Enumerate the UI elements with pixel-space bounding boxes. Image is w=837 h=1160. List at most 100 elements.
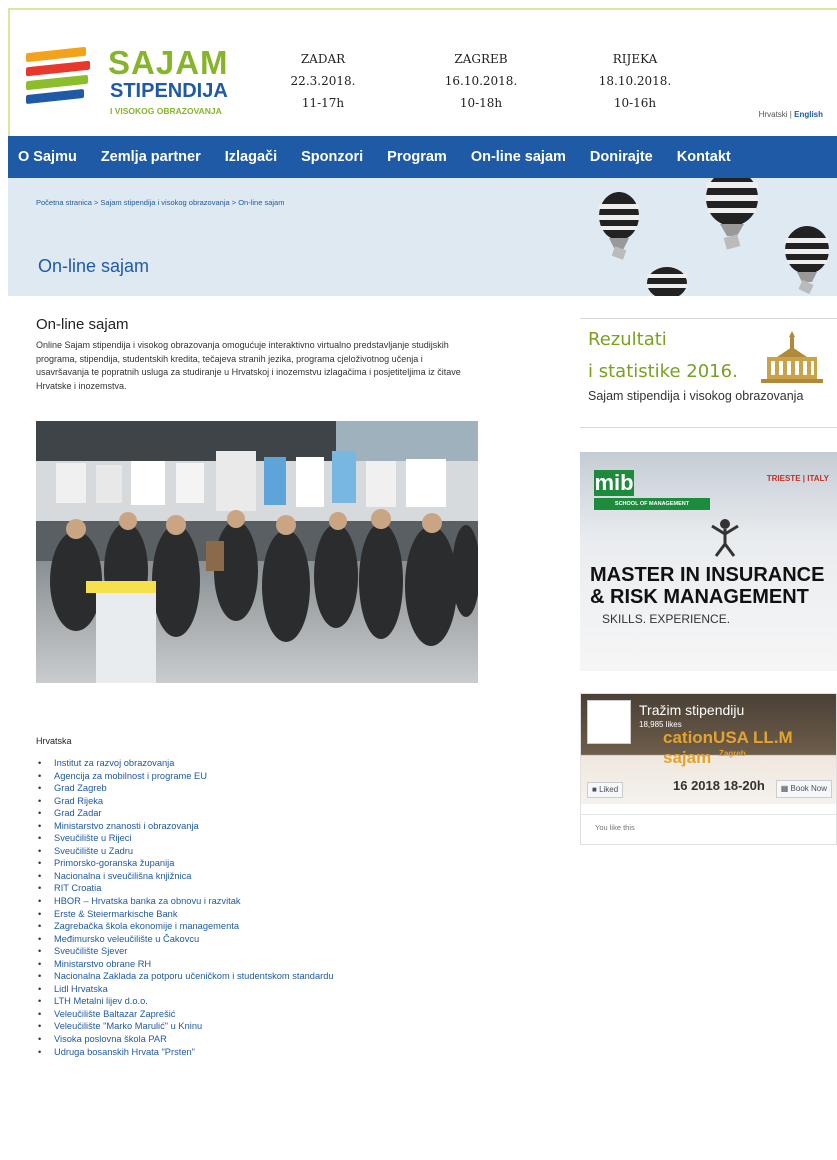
balloon-2: [706, 178, 758, 250]
lang-separator: |: [789, 110, 792, 119]
event-date: 22.3.2018.: [290, 74, 356, 88]
exhibitor-link[interactable]: Institut za razvoj obrazovanja: [36, 757, 334, 770]
nav-izlagaci[interactable]: Izlagači: [213, 149, 289, 165]
exhibitor-link[interactable]: Erste & Steiermarkische Bank: [36, 908, 334, 921]
lang-english-link[interactable]: English: [794, 110, 823, 119]
nav-sponzori[interactable]: Sponzori: [289, 149, 375, 165]
fb-cover[interactable]: Tražim stipendiju 18,985 likes cationUSA…: [581, 694, 836, 804]
exhibitor-link[interactable]: Grad Zagreb: [36, 782, 334, 795]
fb-liked-label: Liked: [599, 785, 619, 794]
event-time: 11-17h: [301, 96, 345, 110]
logo-stripe-blue: [26, 88, 84, 105]
site-header: SAJAM STIPENDIJA I VISOKOG OBRAZOVANJA Z…: [8, 8, 837, 136]
exhibitor-link[interactable]: LTH Metalni lijev d.o.o.: [36, 995, 334, 1008]
fb-page-avatar[interactable]: [587, 700, 631, 744]
fb-book-label: Book Now: [790, 784, 827, 793]
exhibitor-link[interactable]: Sveučilište Sjever: [36, 945, 334, 958]
exhibitor-link[interactable]: Agencija za mobilnost i programe EU: [36, 770, 334, 783]
exhibitor-link[interactable]: Međimursko veleučilište u Čakovcu: [36, 933, 334, 946]
exhibitor-link[interactable]: RIT Croatia: [36, 882, 334, 895]
nav-zemlja-partner[interactable]: Zemlja partner: [89, 149, 213, 165]
fb-cover-title: cationUSA LL.M sajam: [663, 728, 793, 767]
fair-photo: [36, 421, 478, 683]
mib-logo-text: mib: [594, 470, 634, 496]
results-widget[interactable]: Rezultati i statistike 2016. Sajam stipe…: [580, 318, 837, 428]
fb-cover-city: Zagreb: [719, 749, 746, 758]
exhibitor-link[interactable]: Grad Zadar: [36, 807, 334, 820]
mib-logo: mib SCHOOL OF MANAGEMENT: [594, 470, 710, 514]
results-subtitle: Sajam stipendija i visokog obrazovanja: [588, 389, 804, 403]
balloon-4: [785, 226, 829, 295]
mib-ad-banner[interactable]: mib SCHOOL OF MANAGEMENT TRIESTE | ITALY…: [580, 452, 837, 671]
exhibitor-link[interactable]: Udruga bosanskih Hrvata "Prsten": [36, 1046, 334, 1059]
nav-donirajte[interactable]: Donirajte: [578, 149, 665, 165]
exhibitor-link[interactable]: Nacionalna Zaklada za potporu učeničkom …: [36, 970, 334, 983]
balloons-illustration: [599, 178, 829, 296]
banner-title: On-line sajam: [38, 256, 150, 276]
event-date: 18.10.2018.: [598, 74, 672, 88]
logo-stripe-orange: [26, 46, 86, 63]
nav-online-sajam[interactable]: On-line sajam: [459, 149, 578, 165]
event-time: 10-16h: [613, 96, 657, 110]
facebook-widget: Tražim stipendiju 18,985 likes cationUSA…: [580, 693, 837, 845]
exhibitor-link[interactable]: Primorsko-goranska županija: [36, 857, 334, 870]
mib-school-text: SCHOOL OF MANAGEMENT: [594, 498, 710, 510]
skydiver-icon: [711, 519, 739, 557]
fb-page-name[interactable]: Tražim stipendiju: [639, 702, 744, 718]
balloon-3: [647, 267, 687, 296]
ad-headline-1: MASTER IN INSURANCE: [590, 564, 825, 586]
nav-program[interactable]: Program: [375, 149, 459, 165]
exhibitor-link[interactable]: Sveučilište u Zadru: [36, 845, 334, 858]
page-banner: Početna stranica > Sajam stipendija i vi…: [8, 178, 837, 296]
nav-kontakt[interactable]: Kontakt: [665, 149, 743, 165]
exhibitor-link[interactable]: HBOR – Hrvatska banka za obnovu i razvit…: [36, 895, 334, 908]
section-title-hrvatska: Hrvatska: [36, 736, 72, 746]
site-logo[interactable]: SAJAM STIPENDIJA I VISOKOG OBRAZOVANJA: [26, 44, 246, 124]
event-zadar: ZADAR 22.3.2018. 11-17h: [268, 48, 378, 114]
logo-stripe-red: [26, 60, 90, 77]
exhibitor-link[interactable]: Ministarstvo obrane RH: [36, 958, 334, 971]
page-heading: On-line sajam: [36, 316, 129, 333]
fb-liked-button[interactable]: ■ Liked: [587, 782, 624, 798]
exhibitor-link[interactable]: Lidl Hrvatska: [36, 983, 334, 996]
event-zagreb: ZAGREB 16.10.2018. 10-18h: [426, 48, 536, 114]
event-date: 16.10.2018.: [444, 74, 518, 88]
event-city: RIJEKA: [612, 52, 658, 66]
logo-text-subtitle: I VISOKOG OBRAZOVANJA: [110, 106, 222, 116]
results-title-line1: Rezultati: [588, 329, 667, 350]
language-switcher: Hrvatski | English: [759, 110, 823, 119]
logo-stripe-green: [26, 74, 88, 91]
exhibitor-link[interactable]: Zagrebačka škola ekonomije i managementa: [36, 920, 334, 933]
exhibitor-link[interactable]: Nacionalna i sveučilišna knjižnica: [36, 870, 334, 883]
nav-o-sajmu[interactable]: O Sajmu: [8, 149, 89, 165]
calendar-icon: ▦: [780, 784, 791, 793]
breadcrumb[interactable]: Početna stranica > Sajam stipendija i vi…: [36, 198, 284, 207]
event-rijeka: RIJEKA 18.10.2018. 10-16h: [580, 48, 690, 114]
fb-book-now-button[interactable]: ▦ Book Now: [775, 780, 832, 798]
exhibitor-link[interactable]: Grad Rijeka: [36, 795, 334, 808]
building-icon: [761, 331, 823, 383]
exhibitor-links: Institut za razvoj obrazovanja Agencija …: [36, 757, 334, 1058]
exhibitor-link[interactable]: Veleučilište "Marko Marulić" u Kninu: [36, 1020, 334, 1033]
event-time: 10-18h: [459, 96, 503, 110]
main-nav: O Sajmu Zemlja partner Izlagači Sponzori…: [8, 136, 837, 178]
results-title-line2: i statistike 2016.: [588, 361, 738, 382]
main-content: On-line sajam Online Sajam stipendija i …: [36, 316, 486, 393]
event-city: ZAGREB: [454, 52, 508, 66]
ad-headline-2: & RISK MANAGEMENT: [590, 586, 809, 608]
balloon-1: [599, 192, 639, 260]
ad-tagline: SKILLS. EXPERIENCE.: [602, 612, 731, 626]
event-city: ZADAR: [300, 52, 346, 66]
lang-hrvatski-link[interactable]: Hrvatski: [759, 110, 788, 119]
exhibitor-link[interactable]: Veleučilište Baltazar Zaprešić: [36, 1008, 334, 1021]
fb-cover-date: 16 2018 18-20h: [673, 778, 765, 793]
fb-like-icon: ■: [592, 785, 600, 794]
fb-you-like-text: You like this: [581, 814, 836, 844]
intro-text: Online Sajam stipendija i visokog obrazo…: [36, 340, 461, 391]
logo-text-stipendija: STIPENDIJA: [110, 80, 228, 102]
ad-location: TRIESTE | ITALY: [766, 474, 829, 483]
exhibitor-link[interactable]: Sveučilište u Rijeci: [36, 832, 334, 845]
exhibitor-link[interactable]: Visoka poslovna škola PAR: [36, 1033, 334, 1046]
exhibitor-link[interactable]: Ministarstvo znanosti i obrazovanja: [36, 820, 334, 833]
logo-text-sajam: SAJAM: [108, 44, 229, 81]
